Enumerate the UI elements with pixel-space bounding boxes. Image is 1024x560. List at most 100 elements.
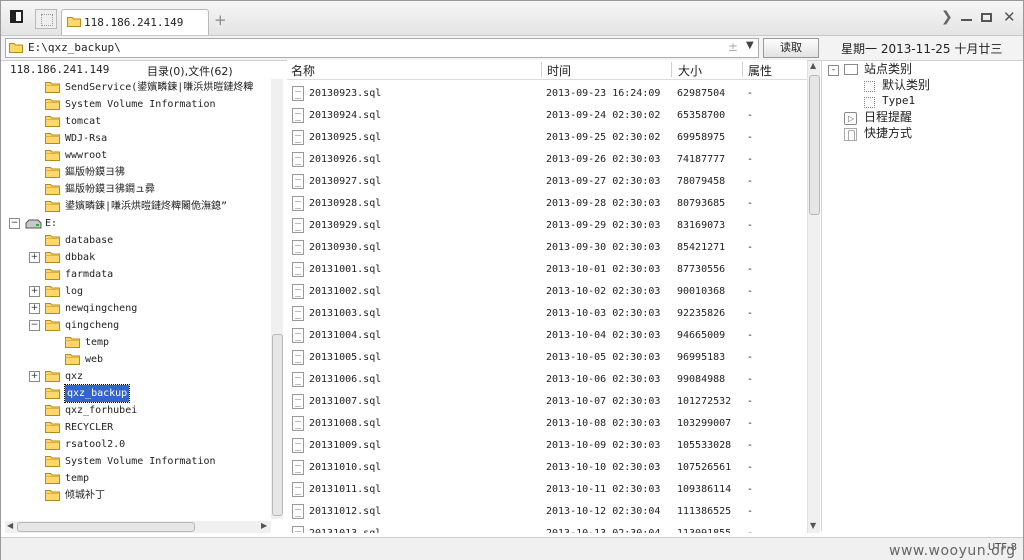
collapse-icon[interactable]: −	[29, 320, 40, 331]
tree-item[interactable]: WDJ-Rsa	[1, 130, 271, 147]
file-row[interactable]: 20131003.sql 2013-10-03 02:30:03 92235826 -	[287, 303, 807, 325]
dropdown-arrow-icon[interactable]: ▼	[746, 40, 754, 51]
file-row[interactable]: 20131011.sql 2013-10-11 02:30:03 109386114…	[287, 479, 807, 501]
file-row[interactable]: 20131007.sql 2013-10-07 02:30:03 101272532…	[287, 391, 807, 413]
tree-item[interactable]: wwwroot	[1, 147, 271, 164]
file-row[interactable]: 20131006.sql 2013-10-06 02:30:03 99084988 -	[287, 369, 807, 391]
tree-item[interactable]: qxz_forhubei	[1, 402, 271, 419]
tree-item[interactable]: database	[1, 232, 271, 249]
tree-item-default-category[interactable]: 默认类别	[882, 77, 930, 93]
scroll-right-icon[interactable]: ▶	[261, 521, 267, 530]
tree-item[interactable]: 倾城补丁	[1, 487, 271, 504]
folder-icon	[67, 17, 81, 27]
tree-item-site-category[interactable]: 站点类别	[864, 61, 912, 77]
file-attr: -	[747, 88, 754, 99]
plus-minus-icon[interactable]: ±	[728, 40, 738, 54]
tree-item[interactable]: + qxz	[1, 368, 271, 385]
close-icon[interactable]: ✕	[1003, 8, 1016, 26]
column-attr[interactable]: 属性	[748, 62, 772, 79]
file-row[interactable]: 20131013.sql 2013-10-13 02:30:04 113091855…	[287, 523, 807, 533]
tree-item[interactable]: temp	[1, 470, 271, 487]
tree-hscroll-thumb[interactable]	[17, 522, 195, 532]
file-size: 94665009	[677, 330, 726, 341]
tree-item[interactable]: farmdata	[1, 266, 271, 283]
tree-item[interactable]: tomcat	[1, 113, 271, 130]
tree-item[interactable]: 鏂版帉鏌ヨ彿	[1, 164, 271, 181]
file-icon	[292, 372, 304, 387]
minimize-icon[interactable]	[961, 19, 972, 21]
tree-item[interactable]: + dbbak	[1, 249, 271, 266]
sidebar-toggle-icon[interactable]	[10, 10, 23, 23]
file-row[interactable]: 20131008.sql 2013-10-08 02:30:03 103299007…	[287, 413, 807, 435]
tree-item[interactable]: 鍙嬪疄鍊|嗛浜烘暟鏈炵粺闂佹潕鎴”	[1, 198, 271, 215]
file-row[interactable]: 20130928.sql 2013-09-28 02:30:03 80793685 -	[287, 193, 807, 215]
scroll-left-icon[interactable]: ◀	[7, 521, 13, 530]
expand-icon[interactable]: +	[29, 286, 40, 297]
file-size: 96995183	[677, 352, 726, 363]
file-row[interactable]: 20131001.sql 2013-10-01 02:30:03 87730556 -	[287, 259, 807, 281]
tree-item[interactable]: + newqingcheng	[1, 300, 271, 317]
new-window-icon[interactable]	[35, 9, 57, 29]
file-row[interactable]: 20131009.sql 2013-10-09 02:30:03 105533028…	[287, 435, 807, 457]
new-tab-button[interactable]: +	[214, 11, 227, 29]
tree-item[interactable]: System Volume Information	[1, 96, 271, 113]
tree-item[interactable]: web	[1, 351, 271, 368]
file-row[interactable]: 20131012.sql 2013-10-12 02:30:04 111386525…	[287, 501, 807, 523]
tree-vertical-scrollbar[interactable]	[271, 79, 283, 519]
scroll-up-icon[interactable]: ▲	[810, 61, 816, 70]
folder-icon	[45, 115, 60, 127]
path-input[interactable]: E:\qxz_backup\ ± ▼	[5, 38, 759, 58]
file-size: 69958975	[677, 132, 726, 143]
file-row[interactable]: 20130930.sql 2013-09-30 02:30:03 85421271 -	[287, 237, 807, 259]
file-row[interactable]: 20131004.sql 2013-10-04 02:30:03 94665009 -	[287, 325, 807, 347]
directory-tree[interactable]: SendService(鍙嬪疄鍊|嗛浜烘暟鏈炵粺 System Volume In…	[1, 79, 271, 519]
tree-item-schedule[interactable]: 日程提醒	[864, 109, 912, 125]
column-size[interactable]: 大小	[678, 62, 702, 79]
tree-item[interactable]: qxz_backup	[1, 384, 271, 403]
tree-item[interactable]: 鏂版帉鏌ヨ彿鐧ュ彛	[1, 181, 271, 198]
file-size: 107526561	[677, 462, 732, 473]
file-row[interactable]: 20131005.sql 2013-10-05 02:30:03 96995183 -	[287, 347, 807, 369]
expand-icon[interactable]: +	[29, 252, 40, 263]
file-row[interactable]: 20130924.sql 2013-09-24 02:30:02 65358700 -	[287, 105, 807, 127]
tree-item-type1[interactable]: Type1	[882, 93, 915, 109]
file-row[interactable]: 20130927.sql 2013-09-27 02:30:03 78079458 -	[287, 171, 807, 193]
tree-item[interactable]: + log	[1, 283, 271, 300]
file-time: 2013-09-27 02:30:03	[546, 176, 661, 187]
file-row[interactable]: 20130923.sql 2013-09-23 16:24:09 62987504 -	[287, 83, 807, 105]
maximize-icon[interactable]	[981, 13, 992, 22]
read-button[interactable]: 读取	[763, 38, 819, 58]
tree-item-shortcut[interactable]: 快捷方式	[864, 125, 912, 141]
chevron-right-icon[interactable]: ❯	[941, 9, 953, 25]
tree-item[interactable]: rsatool2.0	[1, 436, 271, 453]
expand-icon[interactable]: +	[29, 303, 40, 314]
tree-scroll-thumb[interactable]	[272, 334, 283, 516]
file-row[interactable]: 20130929.sql 2013-09-29 02:30:03 83169073 -	[287, 215, 807, 237]
file-row[interactable]: 20130925.sql 2013-09-25 02:30:02 69958975 -	[287, 127, 807, 149]
expand-icon[interactable]: +	[29, 371, 40, 382]
file-time: 2013-10-04 02:30:03	[546, 330, 661, 341]
tree-item[interactable]: RECYCLER	[1, 419, 271, 436]
tree-horizontal-scrollbar[interactable]: ◀ ▶	[5, 521, 271, 533]
file-row[interactable]: 20131010.sql 2013-10-10 02:30:03 107526561…	[287, 457, 807, 479]
tree-item[interactable]: − qingcheng	[1, 317, 271, 334]
tab-host[interactable]: 118.186.241.149	[61, 9, 209, 35]
tree-item[interactable]: System Volume Information	[1, 453, 271, 470]
column-time[interactable]: 时间	[547, 62, 571, 79]
file-scroll-thumb[interactable]	[809, 75, 820, 215]
file-row[interactable]: 20131002.sql 2013-10-02 02:30:03 90010368 -	[287, 281, 807, 303]
file-list[interactable]: 20130923.sql 2013-09-23 16:24:09 62987504 -…	[287, 83, 807, 533]
file-list-scrollbar[interactable]: ▲ ▼	[807, 61, 820, 533]
file-attr: -	[747, 528, 753, 533]
tree-item[interactable]: temp	[1, 334, 271, 351]
collapse-icon[interactable]: −	[9, 218, 20, 229]
tree-item[interactable]: − E:	[1, 215, 271, 232]
file-size: 105533028	[677, 440, 732, 451]
column-name[interactable]: 名称	[291, 62, 315, 79]
tree-item[interactable]: SendService(鍙嬪疄鍊|嗛浜烘暟鏈炵粺	[1, 79, 271, 96]
file-row[interactable]: 20130926.sql 2013-09-26 02:30:03 74187777 -	[287, 149, 807, 171]
tree-item-label: web	[85, 354, 104, 365]
collapse-icon[interactable]: -	[828, 65, 839, 76]
folder-icon	[45, 319, 60, 331]
scroll-down-icon[interactable]: ▼	[810, 521, 816, 530]
